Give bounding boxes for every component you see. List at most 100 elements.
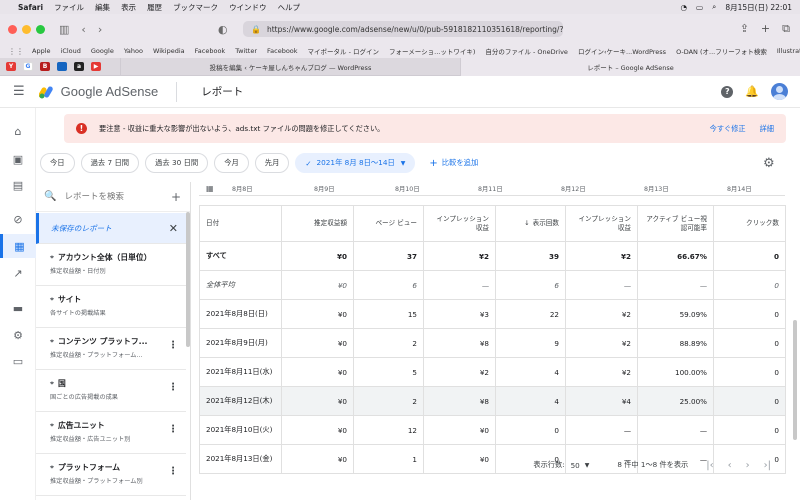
table-row[interactable]: 2021年8月12日(木) ¥0 2 ¥8 4 ¥4 25.00% 0 <box>199 386 786 416</box>
report-item-account[interactable]: ⌖ アカウント全体（日単位） 推定収益額・日付別 <box>36 244 186 286</box>
grid-icon[interactable]: ⋮⋮ <box>8 47 24 56</box>
bookmark-formation[interactable]: フォーメーショ...ットワイキ) <box>389 46 475 56</box>
pinned-tab-google-icon[interactable]: G <box>23 62 33 71</box>
bookmark-odan[interactable]: O-DAN (オ...フリーフォト検索 <box>676 46 767 56</box>
report-item-ad-units[interactable]: ⌖ 広告ユニット 推定収益額・広告ユニット別 ⋮ <box>36 412 186 454</box>
table-row[interactable]: 2021年8月9日(月) ¥0 2 ¥8 9 ¥2 88.89% 0 <box>199 328 786 358</box>
new-tab-icon[interactable]: + <box>761 22 770 36</box>
help-icon[interactable]: ? <box>721 85 734 98</box>
report-search-input[interactable] <box>64 191 170 202</box>
bookmark-yahoo[interactable]: Yahoo <box>124 47 143 55</box>
bookmark-google[interactable]: Google <box>91 47 114 55</box>
col-header-estimated-earnings[interactable]: 推定収益額 <box>281 205 354 242</box>
chip-last-month[interactable]: 先月 <box>254 153 290 173</box>
bookmark-wordpress-login[interactable]: ログイン‹ケーキ...WordPress <box>578 46 666 56</box>
col-header-impression-rpm[interactable]: インプレッション収益 <box>565 205 638 242</box>
reports-scrollbar[interactable] <box>186 212 190 347</box>
reports-icon[interactable]: ▦ <box>0 234 36 258</box>
sites-icon[interactable]: ▤ <box>11 178 25 192</box>
rows-per-page-select[interactable]: 50 ▼ <box>571 461 590 470</box>
search-icon[interactable]: ⌕ <box>712 2 716 12</box>
more-vert-icon[interactable]: ⋮ <box>168 424 178 435</box>
pinned-tab-youtube-icon[interactable]: ▶ <box>91 62 101 71</box>
add-report-icon[interactable]: + <box>171 190 181 204</box>
privacy-shield-icon[interactable]: ◐ <box>218 23 228 36</box>
settings-gear-icon[interactable]: ⚙ <box>11 328 25 342</box>
menu-help[interactable]: ヘルプ <box>278 2 301 13</box>
page-scrollbar[interactable] <box>793 320 797 440</box>
bookmark-onedrive[interactable]: 自分のファイル - OneDrive <box>485 46 568 56</box>
bookmark-undraw[interactable]: Illustrations | unDraw <box>777 47 800 55</box>
bookmark-wikipedia[interactable]: Wikipedia <box>153 47 185 55</box>
menu-app-name[interactable]: Safari <box>18 3 43 12</box>
battery-icon[interactable]: ▭ <box>696 3 703 12</box>
report-item-sites[interactable]: ⌖ サイト 各サイトの掲載結果 <box>36 286 186 328</box>
menu-file[interactable]: ファイル <box>54 2 84 13</box>
table-row[interactable]: 2021年8月10日(火) ¥0 12 ¥0 0— —0 <box>199 415 786 445</box>
notifications-icon[interactable]: 🔔 <box>745 85 759 98</box>
unsaved-report-item[interactable]: 未保存のレポート ✕ <box>36 213 186 244</box>
tab-adsense[interactable]: レポート – Google AdSense <box>460 57 800 76</box>
bookmark-facebook-2[interactable]: Facebook <box>267 47 298 55</box>
blocking-controls-icon[interactable]: ⊘ <box>11 212 25 226</box>
col-header-date[interactable]: 日付 <box>199 205 282 242</box>
prev-page-icon[interactable]: ‹ <box>728 460 732 471</box>
col-header-impressions[interactable]: ↓ 表示回数 <box>495 205 566 242</box>
menu-history[interactable]: 履歴 <box>147 2 162 13</box>
tab-wordpress[interactable]: 投稿を編集 ‹ ケーキ屋しんちゃんブログ — WordPress <box>120 57 460 76</box>
chip-today[interactable]: 今日 <box>40 153 75 173</box>
col-header-page-rpm[interactable]: インプレッション収益 <box>423 205 496 242</box>
add-comparison-button[interactable]: + 比較を追加 <box>429 158 478 169</box>
fix-now-link[interactable]: 今すぐ修正 <box>710 124 746 134</box>
pinned-tab-b-icon[interactable]: B <box>40 62 50 71</box>
feedback-icon[interactable]: ▭ <box>11 354 25 368</box>
report-item-country[interactable]: ⌖ 国 国ごとの広告掲載の成果 ⋮ <box>36 370 186 412</box>
pinned-tab-yahoo-icon[interactable]: Y <box>6 62 16 71</box>
col-header-active-view[interactable]: アクティブ ビュー視認可能率 <box>637 205 714 242</box>
clock[interactable]: 8月15日(日) 22:01 <box>725 2 792 13</box>
tab-overview-icon[interactable]: ⧉ <box>782 22 790 36</box>
bookmark-icloud[interactable]: iCloud <box>61 47 81 55</box>
ads-icon[interactable]: ▣ <box>11 152 25 166</box>
bookmark-twitter[interactable]: Twitter <box>235 47 257 55</box>
report-item-content-platform[interactable]: ⌖ コンテンツ プラットフ... 推定収益額・プラットフォーム... ⋮ <box>36 328 186 370</box>
address-bar[interactable]: 🔒 https://www.google.com/adsense/new/u/0… <box>243 21 563 37</box>
col-header-page-views[interactable]: ページ ビュー <box>353 205 424 242</box>
chart-toggle-icon[interactable]: ▦ <box>206 184 214 193</box>
first-page-icon[interactable]: |‹ <box>706 460 713 471</box>
optimization-icon[interactable]: ↗ <box>11 266 25 280</box>
bookmark-myportal[interactable]: マイポータル - ログイン <box>308 46 379 56</box>
home-icon[interactable]: ⌂ <box>11 124 25 138</box>
chip-last-30-days[interactable]: 過去 30 日間 <box>145 153 209 173</box>
payments-icon[interactable]: ▬ <box>11 301 25 315</box>
bookmark-facebook[interactable]: Facebook <box>195 47 226 55</box>
more-vert-icon[interactable]: ⋮ <box>168 466 178 477</box>
table-row[interactable]: すべて ¥0 37 ¥2 39 ¥2 66.67% 0 <box>199 241 786 271</box>
close-icon[interactable]: ✕ <box>169 222 178 235</box>
menu-icon[interactable]: ☰ <box>13 84 25 99</box>
menu-view[interactable]: 表示 <box>121 2 136 13</box>
report-item-platform[interactable]: ⌖ プラットフォーム 推定収益額・プラットフォーム別 ⋮ <box>36 454 186 496</box>
date-range-dropdown[interactable]: ✓ 2021年 8月 8日〜14日 ▼ <box>295 153 416 173</box>
col-header-clicks[interactable]: クリック数 <box>713 205 786 242</box>
chip-last-7-days[interactable]: 過去 7 日間 <box>80 153 140 173</box>
report-settings-icon[interactable]: ⚙ <box>763 156 775 171</box>
table-row[interactable]: 2021年8月8日(日) ¥0 15 ¥3 22 ¥2 59.09% 0 <box>199 299 786 329</box>
more-vert-icon[interactable]: ⋮ <box>168 382 178 393</box>
minimize-window-button[interactable] <box>22 24 31 34</box>
menu-edit[interactable]: 編集 <box>95 2 110 13</box>
avatar[interactable] <box>771 83 788 100</box>
adsense-logo[interactable]: Google AdSense <box>38 84 158 99</box>
sidebar-toggle-icon[interactable]: ▥ <box>59 23 69 36</box>
pinned-tab-blue-icon[interactable] <box>57 62 67 71</box>
menu-window[interactable]: ウインドウ <box>229 2 267 13</box>
back-icon[interactable]: ‹ <box>81 23 85 36</box>
zoom-window-button[interactable] <box>36 24 45 34</box>
menu-bookmarks[interactable]: ブックマーク <box>173 2 218 13</box>
pinned-tab-amazon-icon[interactable]: a <box>74 62 84 71</box>
table-row[interactable]: 全体平均 ¥0 6—6— —0 <box>199 270 786 300</box>
chip-this-month[interactable]: 今月 <box>214 153 249 173</box>
next-page-icon[interactable]: › <box>746 460 750 471</box>
bookmark-apple[interactable]: Apple <box>32 47 51 55</box>
more-vert-icon[interactable]: ⋮ <box>168 340 178 351</box>
